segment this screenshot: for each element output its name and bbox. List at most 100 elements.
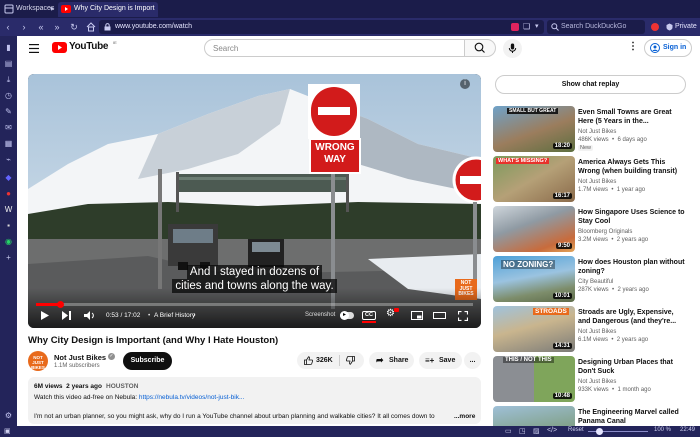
- share-button[interactable]: ➦ Share: [369, 352, 414, 369]
- rec-channel[interactable]: City Beautiful: [578, 278, 613, 286]
- video-thumbnail[interactable]: WHAT'S MISSING? 16:17: [493, 156, 575, 202]
- back-icon[interactable]: ‹: [2, 18, 14, 36]
- file-icon[interactable]: ▪: [0, 218, 17, 234]
- video-thumbnail[interactable]: THIS / NOT THIS 10:48: [493, 356, 575, 402]
- panel-toggle-icon[interactable]: ▣: [4, 427, 11, 435]
- fast-forward-icon[interactable]: »: [51, 18, 63, 36]
- list-item[interactable]: THIS / NOT THIS 10:48 Designing Urban Pl…: [493, 356, 686, 402]
- rec-channel[interactable]: Not Just Bikes: [578, 178, 616, 186]
- forward-icon[interactable]: ›: [18, 18, 30, 36]
- list-item[interactable]: WHAT'S MISSING? 16:17 America Always Get…: [493, 156, 686, 202]
- chevron-down-icon[interactable]: ▾: [50, 5, 54, 13]
- chapter-chevron-icon[interactable]: ›: [193, 310, 196, 319]
- video-thumbnail[interactable]: 9:50: [493, 206, 575, 252]
- like-icon[interactable]: [304, 356, 313, 365]
- rec-title[interactable]: Designing Urban Places that Don't Suck: [578, 358, 686, 376]
- show-more-link[interactable]: ...more: [454, 413, 475, 420]
- miniplayer-icon[interactable]: [411, 311, 423, 320]
- list-item[interactable]: The Engineering Marvel called Panama Can…: [493, 406, 686, 426]
- more-actions-button[interactable]: ...: [464, 352, 481, 369]
- dislike-icon[interactable]: [346, 356, 355, 365]
- youtube-search-input[interactable]: Search: [204, 39, 465, 57]
- wikipedia-icon[interactable]: W: [0, 202, 17, 218]
- channel-name[interactable]: Not Just Bikes: [54, 353, 106, 362]
- workspaces-button[interactable]: Workspaces: [16, 0, 54, 18]
- rewind-icon[interactable]: «: [35, 18, 47, 36]
- video-player[interactable]: WRONG WAY i And I stayed in dozens of ci…: [28, 74, 481, 328]
- show-chat-replay-button[interactable]: Show chat replay: [495, 75, 686, 94]
- list-item[interactable]: NO ZONING? 10:01 How does Houston plan w…: [493, 256, 686, 302]
- fullscreen-icon[interactable]: [458, 311, 468, 321]
- youtube-search-button[interactable]: [464, 39, 496, 57]
- bookmarks-panel-icon[interactable]: ▮: [0, 40, 17, 56]
- window-icon[interactable]: ▭: [505, 427, 512, 435]
- mastodon-icon[interactable]: ◆: [0, 170, 17, 186]
- rec-title[interactable]: The Engineering Marvel called Panama Can…: [578, 408, 686, 426]
- code-icon[interactable]: </>: [547, 427, 557, 434]
- workspaces-icon[interactable]: [4, 4, 14, 14]
- rec-channel[interactable]: Not Just Bikes: [578, 328, 616, 336]
- notes-panel-icon[interactable]: ✎: [0, 104, 17, 120]
- zoom-slider[interactable]: [588, 428, 648, 435]
- chapter-title[interactable]: A Brief History: [154, 312, 195, 319]
- add-panel-icon[interactable]: +: [0, 250, 17, 266]
- sign-in-button[interactable]: Sign in: [644, 39, 692, 57]
- reset-zoom-button[interactable]: Reset: [568, 427, 584, 433]
- save-button[interactable]: ≡+ Save: [419, 352, 462, 369]
- web-search-field[interactable]: Search DuckDuckGo: [547, 20, 645, 34]
- hashtag-houston[interactable]: HOUSTON: [106, 383, 138, 390]
- history-panel-icon[interactable]: ◷: [0, 88, 17, 104]
- next-icon[interactable]: [62, 311, 72, 320]
- video-thumbnail[interactable]: NO ZONING? 10:01: [493, 256, 575, 302]
- bookmark-icon[interactable]: ❏: [523, 22, 530, 31]
- info-icon[interactable]: i: [460, 79, 470, 89]
- tabs-panel-icon[interactable]: ▤: [0, 56, 17, 72]
- list-item[interactable]: STROADS 14:31 Stroads are Ugly, Expensiv…: [493, 306, 686, 352]
- progress-bar[interactable]: [36, 301, 473, 308]
- rec-title[interactable]: America Always Gets This Wrong (when bui…: [578, 158, 686, 176]
- calendar-panel-icon[interactable]: ▦: [0, 136, 17, 152]
- settings-icon[interactable]: ⚙: [0, 408, 17, 424]
- video-thumbnail[interactable]: STROADS 14:31: [493, 306, 575, 352]
- voice-search-icon[interactable]: [503, 39, 522, 58]
- rec-title[interactable]: How does Houston plan without zoning?: [578, 258, 686, 276]
- rec-title[interactable]: How Singapore Uses Science to Stay Cool: [578, 208, 686, 226]
- feeds-panel-icon[interactable]: ⌁: [0, 152, 17, 168]
- menu-icon[interactable]: [29, 44, 39, 53]
- home-icon[interactable]: [86, 22, 96, 32]
- zoom-slider-thumb[interactable]: [596, 428, 603, 435]
- like-count[interactable]: 326K: [316, 352, 333, 369]
- rec-channel[interactable]: Not Just Bikes: [578, 378, 616, 386]
- reload-icon[interactable]: ↻: [68, 18, 80, 36]
- captions-button[interactable]: CC: [362, 311, 376, 320]
- more-options-icon[interactable]: ⋮: [628, 41, 638, 52]
- video-thumbnail[interactable]: [493, 406, 575, 426]
- rec-channel[interactable]: Bloomberg Originals: [578, 228, 632, 236]
- vivaldi-icon[interactable]: ●: [0, 186, 17, 202]
- list-item[interactable]: 9:50 How Singapore Uses Science to Stay …: [493, 206, 686, 252]
- image-icon[interactable]: ▨: [533, 427, 540, 435]
- screenshot-label[interactable]: Screenshot: [305, 312, 335, 318]
- channel-avatar[interactable]: NOT JUST BIKES: [28, 351, 48, 371]
- tab-active[interactable]: Why City Design is Import: [58, 2, 158, 17]
- mail-panel-icon[interactable]: ✉: [0, 120, 17, 136]
- description-box[interactable]: 6M views 2 years ago HOUSTON Watch this …: [28, 377, 481, 424]
- capture-icon[interactable]: ◳: [519, 427, 526, 435]
- rec-title[interactable]: Even Small Towns are Great Here (5 Years…: [578, 108, 686, 126]
- extension-icon[interactable]: [511, 23, 519, 31]
- youtube-logo-icon[interactable]: [52, 42, 67, 53]
- rec-channel[interactable]: Not Just Bikes: [578, 128, 616, 136]
- downloads-panel-icon[interactable]: ⤓: [0, 72, 17, 88]
- play-icon[interactable]: [40, 310, 50, 321]
- nebula-link[interactable]: https://nebula.tv/videos/not-just-bik...: [139, 394, 245, 401]
- address-field[interactable]: www.youtube.com/watch ❏ ▾: [99, 20, 544, 34]
- list-item[interactable]: SMALL BUT GREAT 18:20 Even Small Towns a…: [493, 106, 686, 152]
- url-dropdown-icon[interactable]: ▾: [535, 22, 539, 30]
- whatsapp-icon[interactable]: ◉: [0, 234, 17, 250]
- subscribe-button[interactable]: Subscribe: [123, 352, 172, 370]
- rec-title[interactable]: Stroads are Ugly, Expensive, and Dangero…: [578, 308, 686, 326]
- adblock-icon[interactable]: [651, 23, 659, 31]
- video-thumbnail[interactable]: SMALL BUT GREAT 18:20: [493, 106, 575, 152]
- autoplay-toggle[interactable]: ▸: [340, 311, 354, 320]
- progress-scrubber[interactable]: [57, 301, 64, 308]
